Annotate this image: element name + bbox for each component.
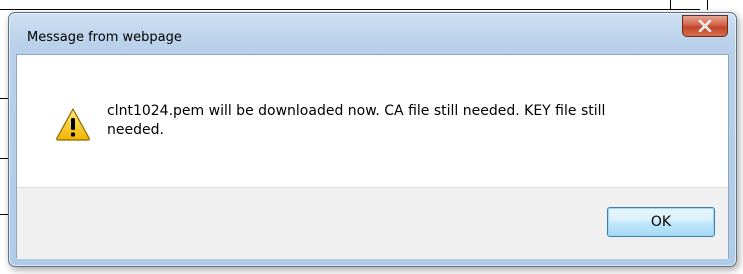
page: Message from webpage clnt1024.pem will b… xyxy=(0,0,743,274)
close-icon xyxy=(698,20,712,32)
message-line: needed. xyxy=(107,122,164,138)
dialog-message: clnt1024.pem will be downloaded now. CA … xyxy=(107,102,707,140)
message-line: clnt1024.pem will be downloaded now. CA … xyxy=(107,103,606,119)
button-bar: OK xyxy=(17,187,728,259)
ok-button[interactable]: OK xyxy=(607,207,715,237)
dialog-titlebar[interactable]: Message from webpage xyxy=(9,13,736,53)
message-area: clnt1024.pem will be downloaded now. CA … xyxy=(17,55,728,187)
background-line xyxy=(707,0,708,10)
background-line xyxy=(0,9,700,10)
background-line xyxy=(0,214,8,215)
dialog-content: clnt1024.pem will be downloaded now. CA … xyxy=(16,54,729,259)
warning-icon xyxy=(55,107,91,141)
background-line xyxy=(0,98,8,99)
background-line xyxy=(670,0,671,10)
background-line xyxy=(0,158,8,159)
dialog-title: Message from webpage xyxy=(27,30,182,45)
message-dialog: Message from webpage clnt1024.pem will b… xyxy=(8,12,737,267)
close-button[interactable] xyxy=(682,15,728,37)
